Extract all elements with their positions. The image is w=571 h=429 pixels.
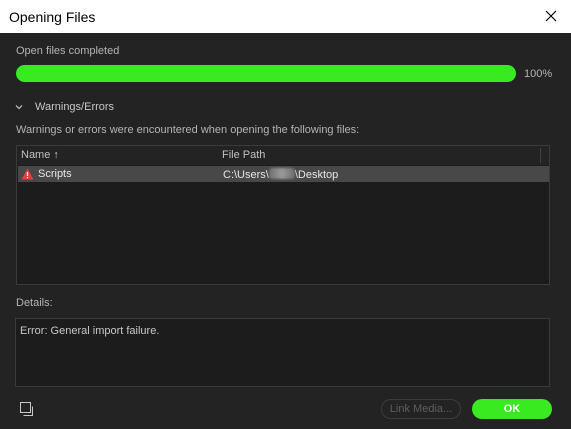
sort-ascending-icon: ↑ (53, 149, 59, 161)
export-log-button[interactable] (19, 401, 37, 417)
column-header-name-label: Name (21, 149, 51, 161)
warnings-section-title: Warnings/Errors (35, 101, 115, 113)
redacted-username (268, 168, 295, 179)
warnings-section-toggle[interactable]: Warnings/Errors (14, 100, 114, 114)
file-path-suffix: \Desktop (294, 169, 339, 181)
progress-percent: 100% (524, 68, 553, 80)
column-header-path[interactable]: File Path (222, 149, 265, 161)
details-text: Error: General import failure. (20, 325, 160, 337)
file-path-cell: C:\Users\ \Desktop (223, 168, 338, 181)
warnings-description: Warnings or errors were encountered when… (16, 124, 360, 136)
progress-bar-fill (16, 65, 516, 82)
details-box: Error: General import failure. (15, 318, 550, 387)
column-header-name[interactable]: Name ↑ (21, 149, 59, 161)
table-header: Name ↑ File Path (17, 146, 549, 165)
close-button[interactable] (541, 6, 561, 26)
ok-button[interactable]: OK (472, 399, 552, 419)
chevron-down-icon (15, 105, 23, 110)
column-divider (540, 148, 541, 163)
file-name-cell: Scripts (38, 168, 72, 180)
progress-label: Open files completed (16, 45, 120, 57)
warning-icon (21, 168, 34, 180)
progress-bar (16, 65, 516, 82)
details-label: Details: (16, 297, 53, 309)
close-icon (545, 10, 557, 22)
title-bar: Opening Files (0, 0, 571, 33)
link-media-button[interactable]: Link Media... (381, 399, 461, 419)
table-row[interactable]: Scripts C:\Users\ \Desktop (18, 166, 549, 182)
warnings-table: Name ↑ File Path Scripts C:\Users\ \Deskt… (16, 145, 550, 285)
file-path-prefix: C:\Users\ (223, 169, 269, 181)
dialog-title: Opening Files (9, 9, 96, 25)
copy-icon (20, 402, 33, 416)
